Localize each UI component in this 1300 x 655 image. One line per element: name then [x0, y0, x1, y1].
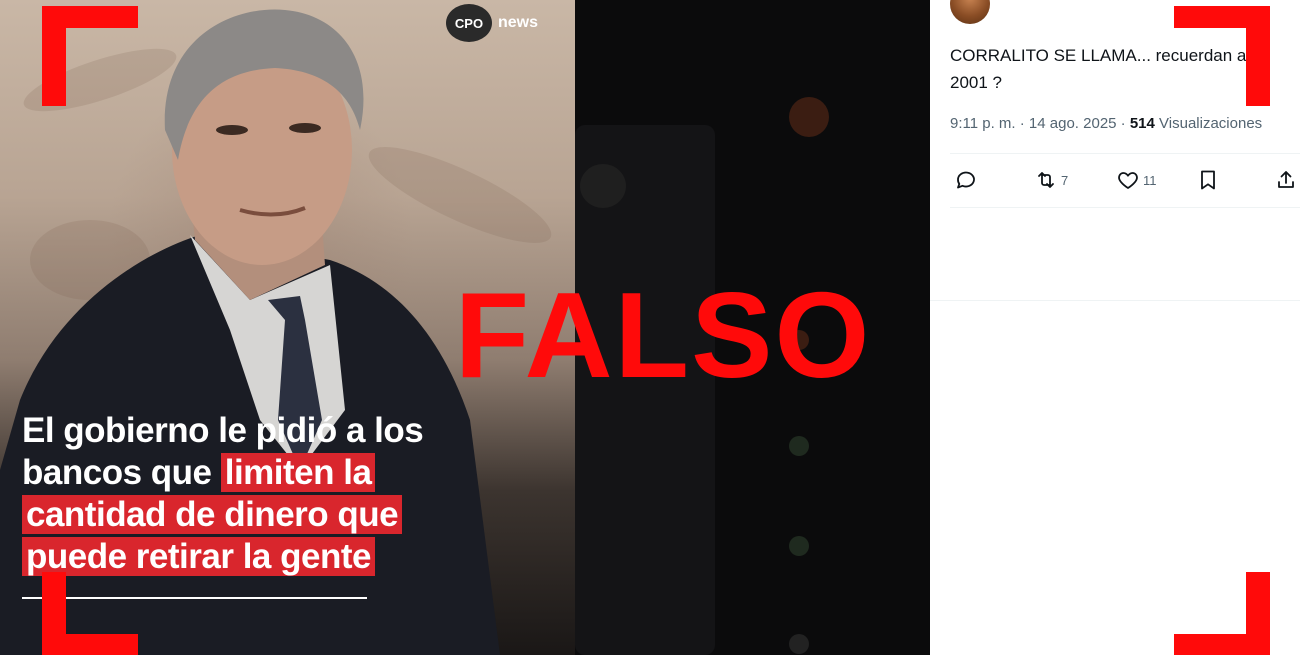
headline-line: puede retirar la gente [22, 536, 542, 578]
tweet-actions: 7 11 [950, 168, 1300, 196]
retweet-count: 7 [1061, 172, 1069, 188]
tweet-text: CORRALITO SE LLAMA... recuerdan año 2001… [950, 46, 1266, 92]
bookmark-icon [1201, 170, 1215, 190]
views-count: 514 [1129, 115, 1155, 132]
headline-text: bancos que [22, 453, 221, 492]
reply-button[interactable] [954, 168, 978, 192]
headline-line: cantidad de dinero que [22, 494, 542, 536]
tweet-panel: CORRALITO SE LLAMA... recuerdan año 2001… [930, 0, 1300, 655]
bookmark-button[interactable] [1196, 168, 1220, 192]
headline-highlight: limiten la [220, 453, 376, 492]
headline-highlight: cantidad de dinero que [22, 495, 403, 534]
falso-stamp: FALSO [454, 267, 872, 403]
headline-highlight: puede retirar la gente [22, 537, 375, 576]
like-count: 11 [1143, 172, 1157, 188]
like-button[interactable]: 11 [1116, 168, 1157, 192]
heart-icon [1118, 172, 1138, 189]
divider [950, 207, 1300, 208]
news-headline: El gobierno le pidió a los bancos que li… [22, 410, 542, 578]
headline-line: El gobierno le pidió a los [22, 411, 424, 450]
headline-line: bancos que limiten la [22, 452, 542, 494]
retweet-button[interactable]: 7 [1034, 168, 1068, 192]
share-icon [1278, 171, 1294, 188]
headline-divider [22, 597, 367, 599]
dimmed-avatar [789, 634, 809, 654]
tweet-timestamp[interactable]: 9:11 p. m. · 14 ago. 2025 · [950, 115, 1130, 132]
avatar[interactable] [950, 0, 990, 24]
cpo-news-brand: CPO news [446, 4, 538, 42]
brand-word: news [498, 14, 539, 31]
dimmed-avatar [789, 536, 809, 556]
cpo-logo: CPO [446, 4, 492, 42]
divider [930, 300, 1300, 301]
dimmed-avatar [789, 436, 809, 456]
reply-icon [957, 171, 975, 189]
tweet-meta: 9:11 p. m. · 14 ago. 2025 · 514 Visualiz… [950, 115, 1262, 132]
share-button[interactable] [1274, 168, 1298, 192]
views-label: Visualizaciones [1154, 115, 1263, 132]
divider [950, 153, 1300, 154]
retweet-icon [1038, 172, 1054, 188]
dimmed-cpo-logo [580, 164, 626, 208]
dimmed-avatar [789, 97, 829, 137]
